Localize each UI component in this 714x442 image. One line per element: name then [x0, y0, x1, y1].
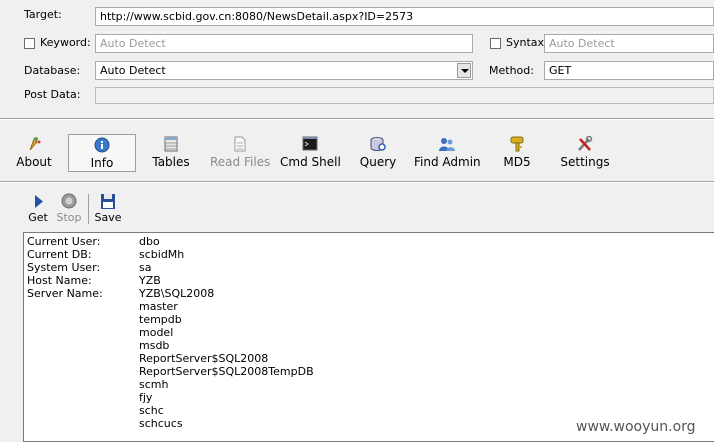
about-icon — [25, 136, 43, 152]
syntax-checkbox[interactable] — [490, 38, 501, 49]
tool-tables[interactable]: Tables — [150, 134, 192, 172]
stop-icon — [61, 193, 77, 210]
save-button[interactable]: Save — [94, 193, 122, 224]
tool-query[interactable]: Query — [357, 134, 399, 172]
keyword-label: Keyword: — [40, 36, 91, 49]
tool-read-files[interactable]: Read Files — [210, 134, 270, 172]
tool-cmd-shell-label: Cmd Shell — [280, 155, 341, 169]
find-admin-icon — [438, 136, 456, 152]
play-icon — [30, 193, 46, 210]
query-icon — [369, 136, 387, 152]
syntax-label: Syntax: — [506, 36, 548, 49]
database-item: msdb — [139, 339, 170, 352]
info-icon — [93, 137, 111, 153]
stop-button-label: Stop — [56, 211, 82, 224]
database-item: model — [139, 326, 174, 339]
database-item: tempdb — [139, 313, 182, 326]
method-label: Method: — [489, 64, 534, 77]
separator — [0, 181, 714, 183]
field-value: dbo — [139, 235, 160, 248]
field-value: sa — [139, 261, 152, 274]
tool-find-admin[interactable]: Find Admin — [414, 134, 481, 172]
tool-cmd-shell[interactable]: Cmd Shell — [280, 134, 341, 172]
settings-icon — [576, 135, 594, 152]
tool-md5-label: MD5 — [503, 155, 531, 169]
tool-find-admin-label: Find Admin — [414, 155, 481, 169]
field-key: Current DB: — [27, 248, 92, 261]
stop-button[interactable]: Stop — [55, 193, 83, 224]
md5-key-icon — [508, 136, 526, 152]
tool-settings-label: Settings — [560, 155, 610, 169]
info-row: Current DB: scbidMh — [27, 248, 714, 261]
database-item: fjy — [139, 391, 153, 404]
field-value: scbidMh — [139, 248, 185, 261]
tables-icon — [162, 136, 180, 152]
tool-settings[interactable]: Settings — [560, 134, 610, 172]
database-item: ReportServer$SQL2008 — [139, 352, 269, 365]
tool-info[interactable]: Info — [68, 134, 136, 172]
info-row: Server Name: YZB\SQL2008 — [27, 287, 714, 300]
field-value: YZB\SQL2008 — [139, 287, 215, 300]
tool-about[interactable]: About — [14, 134, 54, 172]
watermark: www.wooyun.org — [576, 419, 696, 435]
database-item: scmh — [139, 378, 169, 391]
target-input[interactable]: http://www.scbid.gov.cn:8080/NewsDetail.… — [95, 7, 714, 26]
info-row: System User: sa — [27, 261, 714, 274]
field-key: Host Name: — [27, 274, 92, 287]
get-button-label: Get — [28, 211, 48, 224]
postdata-label: Post Data: — [24, 88, 81, 101]
info-fields: Current User: dbo Current DB: scbidMh Syst… — [27, 235, 714, 300]
keyword-checkbox[interactable] — [24, 38, 35, 49]
field-key: Current User: — [27, 235, 101, 248]
tool-info-label: Info — [90, 156, 114, 170]
field-key: Server Name: — [27, 287, 103, 300]
get-button[interactable]: Get — [27, 193, 49, 224]
chevron-down-icon[interactable] — [457, 63, 471, 78]
save-button-label: Save — [94, 211, 122, 224]
keyword-input[interactable]: Auto Detect — [95, 34, 473, 53]
info-row: Current User: dbo — [27, 235, 714, 248]
database-select-value: Auto Detect — [100, 64, 166, 77]
method-input[interactable]: GET — [544, 61, 714, 80]
target-label: Target: — [24, 8, 62, 21]
separator — [0, 118, 714, 120]
info-row: Host Name: YZB — [27, 274, 714, 287]
toolbar-divider — [88, 194, 89, 224]
output-textarea[interactable]: Current User: dbo Current DB: scbidMh Syst… — [23, 232, 714, 442]
tool-query-label: Query — [359, 155, 397, 169]
tool-md5[interactable]: MD5 — [500, 134, 534, 172]
database-label: Database: — [24, 64, 81, 77]
tool-about-label: About — [16, 155, 52, 169]
postdata-input[interactable] — [95, 87, 714, 104]
read-files-icon — [231, 136, 249, 152]
cmd-shell-icon — [301, 136, 319, 152]
database-item: master — [139, 300, 178, 313]
database-list: master tempdb model msdb ReportServer$SQ… — [139, 300, 714, 430]
syntax-input[interactable]: Auto Detect — [544, 34, 714, 53]
database-item: schc — [139, 404, 164, 417]
database-select[interactable]: Auto Detect — [95, 61, 473, 80]
field-key: System User: — [27, 261, 101, 274]
save-disk-icon — [100, 193, 116, 210]
database-item: ReportServer$SQL2008TempDB — [139, 365, 314, 378]
tool-read-files-label: Read Files — [210, 155, 271, 169]
tool-tables-label: Tables — [152, 155, 190, 169]
field-value: YZB — [139, 274, 161, 287]
